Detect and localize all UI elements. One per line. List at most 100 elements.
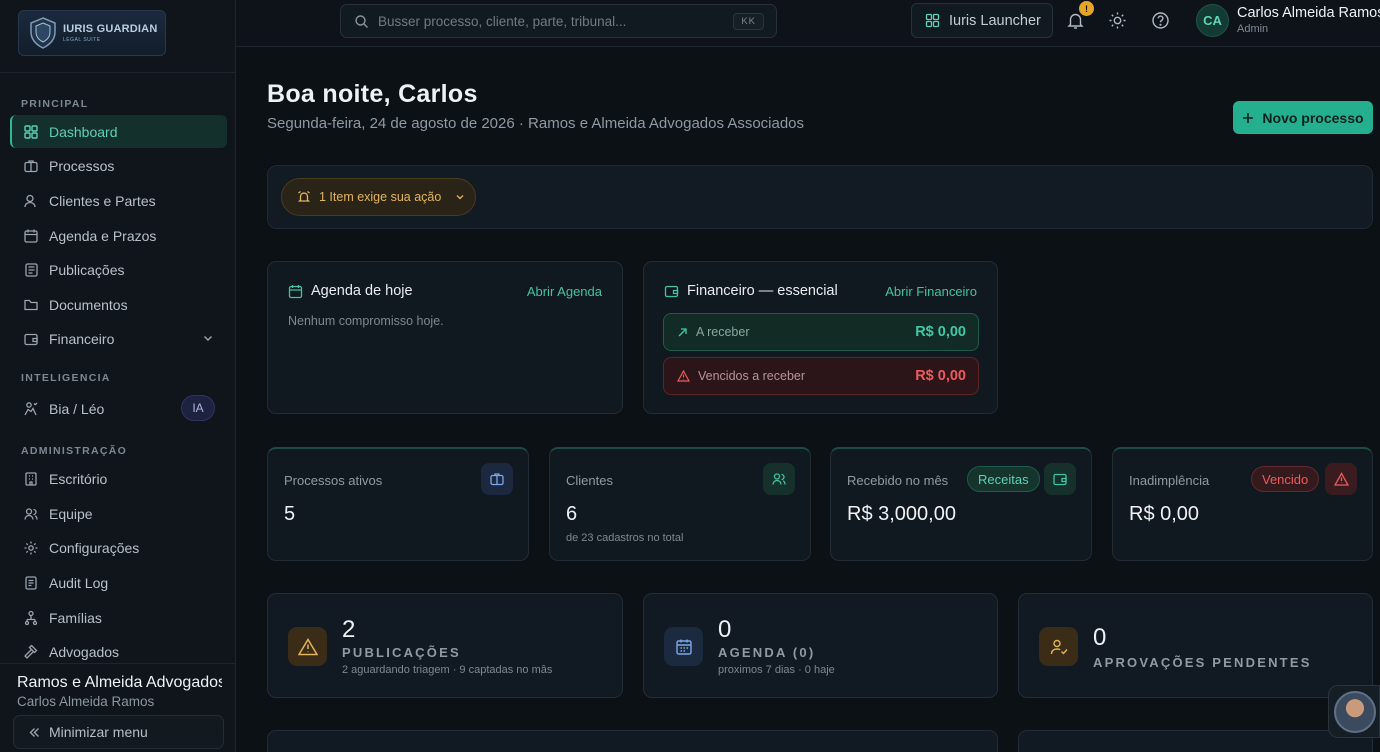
- organization-block: Ramos e Almeida Advogados Associados Car…: [0, 663, 235, 709]
- log-icon: [25, 575, 37, 590]
- notification-badge: !: [1079, 1, 1094, 16]
- chevron-down-icon[interactable]: [202, 332, 214, 344]
- iuris-launcher-button[interactable]: Iuris Launcher: [911, 3, 1053, 38]
- stat-label: Recebido no mês: [847, 473, 949, 488]
- overdue-value: R$ 0,00: [915, 368, 966, 384]
- sidebar: IURIS GUARDIAN LEGAL SUITE PRINCIPAL Das…: [0, 0, 236, 752]
- search-input[interactable]: Busser processo, cliente, parte, tribuna…: [340, 4, 777, 38]
- newspaper-icon: [25, 262, 38, 277]
- assistant-launcher[interactable]: [1328, 685, 1380, 738]
- bottom-card-right: [1018, 730, 1373, 752]
- topbar: Busser processo, cliente, parte, tribuna…: [236, 0, 1380, 47]
- summary-label: PUBLICAÇÕES: [342, 645, 461, 660]
- stat-label: Inadimplência: [1129, 473, 1210, 488]
- sidebar-item-equipe[interactable]: Equipe: [10, 497, 227, 530]
- new-process-button[interactable]: Novo processo: [1233, 101, 1373, 134]
- summary-count: 0: [718, 616, 732, 643]
- receivable-row[interactable]: A receber R$ 0,00: [663, 313, 979, 351]
- building-icon: [25, 471, 37, 486]
- grid-icon: [24, 124, 38, 139]
- sidebar-item-processos[interactable]: Processos: [10, 149, 227, 182]
- users-icon: [772, 473, 786, 485]
- user-name[interactable]: Carlos Almeida Ramos: [1237, 5, 1380, 21]
- chevrons-left-icon: [29, 727, 39, 737]
- sidebar-item-bia-leo[interactable]: Bia / Léo IA: [10, 392, 227, 425]
- open-finance-link[interactable]: Abrir Financeiro: [885, 284, 977, 299]
- summary-card-publicacoes[interactable]: 2 PUBLICAÇÕES 2 aguardando triagem · 9 c…: [267, 593, 623, 698]
- calendar-icon: [288, 285, 303, 299]
- help-icon[interactable]: [1151, 11, 1170, 30]
- robot-icon: [24, 401, 38, 415]
- sidebar-item-label: Agenda e Prazos: [49, 227, 157, 244]
- brand-tagline: LEGAL SUITE: [63, 36, 101, 43]
- minimize-menu-button[interactable]: Minimizar menu: [13, 715, 224, 749]
- gear-icon: [24, 541, 38, 554]
- sidebar-item-label: Famílias: [49, 609, 102, 626]
- sidebar-item-label: Advogados: [49, 643, 120, 660]
- stat-card-processos[interactable]: Processos ativos 5: [267, 447, 529, 561]
- avatar[interactable]: CA: [1196, 4, 1229, 37]
- brand-logo[interactable]: IURIS GUARDIAN LEGAL SUITE: [18, 10, 166, 56]
- section-label-principal: PRINCIPAL: [21, 98, 89, 110]
- overdue-label: Vencidos a receber: [698, 369, 806, 383]
- stat-label: Processos ativos: [284, 473, 383, 488]
- wallet-icon: [664, 285, 679, 298]
- sidebar-item-documentos[interactable]: Documentos: [10, 288, 227, 321]
- sun-icon[interactable]: [1108, 11, 1127, 30]
- sidebar-item-familias[interactable]: Famílias: [10, 601, 227, 634]
- finance-card: Financeiro — essencial Abrir Financeiro …: [643, 261, 998, 414]
- sidebar-item-financeiro[interactable]: Financeiro: [10, 322, 227, 355]
- stat-value: 6: [566, 503, 578, 525]
- sidebar-item-dashboard[interactable]: Dashboard: [10, 115, 227, 148]
- sidebar-item-clientes[interactable]: Clientes e Partes: [10, 184, 227, 217]
- overdue-row[interactable]: Vencidos a receber R$ 0,00: [663, 357, 979, 395]
- stat-card-clientes[interactable]: Clientes 6 de 23 cadastros no total: [549, 447, 811, 561]
- new-process-label: Novo processo: [1262, 109, 1364, 126]
- organization-name: Ramos e Almeida Advogados Associados: [17, 674, 222, 691]
- agenda-card: Agenda de hoje Abrir Agenda Nenhum compr…: [267, 261, 623, 414]
- bottom-card-left: [267, 730, 998, 752]
- sidebar-item-configuracoes[interactable]: Configurações: [10, 531, 227, 564]
- section-label-administracao: ADMINISTRAÇÃO: [21, 445, 128, 457]
- summary-card-agenda[interactable]: 0 AGENDA (0) proximos 7 dias · 0 haje: [643, 593, 998, 698]
- organization-user: Carlos Almeida Ramos: [17, 694, 155, 709]
- chevron-down-icon: [456, 195, 464, 200]
- finance-card-title: Financeiro — essencial: [687, 283, 838, 299]
- sidebar-item-label: Equipe: [49, 505, 93, 522]
- page-subtitle: Segunda-feira, 24 de agosto de 2026 · Ra…: [267, 115, 805, 132]
- sidebar-item-escritorio[interactable]: Escritório: [10, 462, 227, 495]
- sidebar-item-label: Documentos: [49, 296, 128, 313]
- user-check-icon: [1050, 639, 1068, 655]
- stat-value: R$ 3,000,00: [847, 503, 956, 525]
- shield-logo-icon: [30, 17, 56, 49]
- vencido-chip: Vencido: [1251, 466, 1320, 492]
- brand-name: IURIS GUARDIAN: [63, 22, 158, 35]
- sidebar-item-label: Escritório: [49, 470, 108, 487]
- sidebar-item-agenda[interactable]: Agenda e Prazos: [10, 219, 227, 252]
- sidebar-item-label: Processos: [49, 157, 115, 174]
- wallet-icon: [24, 333, 38, 345]
- ia-badge: IA: [181, 395, 215, 421]
- calendar-icon: [24, 229, 38, 243]
- users-icon: [24, 507, 38, 520]
- summary-label: AGENDA (0): [718, 645, 816, 660]
- user-icon: [24, 194, 36, 207]
- sidebar-item-publicacoes[interactable]: Publicações: [10, 253, 227, 286]
- family-icon: [24, 610, 38, 625]
- sidebar-item-audit-log[interactable]: Audit Log: [10, 566, 227, 599]
- action-required-pill[interactable]: 1 Item exige sua ação: [281, 178, 476, 216]
- agenda-card-title: Agenda de hoje: [311, 283, 413, 299]
- stat-card-inadimplencia[interactable]: Inadimplência Vencido R$ 0,00: [1112, 447, 1373, 561]
- stat-card-recebido[interactable]: Recebido no mês Receitas R$ 3,000,00: [830, 447, 1092, 561]
- search-placeholder: Busser processo, cliente, parte, tribuna…: [378, 13, 627, 29]
- alert-panel: 1 Item exige sua ação: [267, 165, 1373, 229]
- sidebar-item-label: Audit Log: [49, 574, 109, 591]
- summary-icon-box: [288, 627, 327, 666]
- summary-card-aprovacoes[interactable]: 0 APROVAÇÕES PENDENTES: [1018, 593, 1373, 698]
- stat-sub: de 23 cadastros no total: [566, 532, 684, 544]
- agenda-empty-text: Nenhum compromisso hoje.: [288, 314, 444, 328]
- stat-icon-box: [1325, 463, 1357, 495]
- action-required-label: 1 Item exige sua ação: [319, 190, 442, 204]
- open-agenda-link[interactable]: Abrir Agenda: [527, 284, 602, 299]
- folder-icon: [24, 299, 38, 310]
